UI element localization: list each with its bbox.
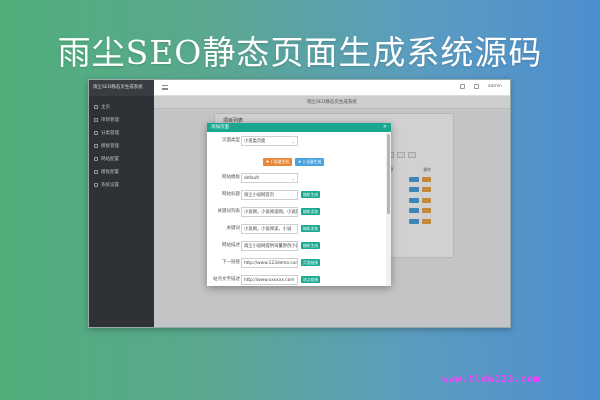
watermark-text: www.tldw123.com (442, 374, 540, 385)
site-text-input[interactable]: http://www.xxxxxx.com (241, 275, 298, 285)
random-generate-button[interactable]: 随机生成 (301, 242, 321, 249)
cog-icon (94, 169, 98, 174)
template-select[interactable]: default ⌄ (241, 173, 298, 183)
sidebar: 雨尘SEO静态页生成系统 主页 项目管理 分类管理 模板管理 网站配置 模板配置… (89, 80, 154, 327)
site-link-button[interactable]: 站点链接 (301, 276, 321, 283)
keywords-row: 关键词 小说网，小说阅读，小说 随机添加 (207, 224, 385, 236)
keywords-input[interactable]: 小说网，小说阅读，小说 (241, 224, 298, 234)
template-row: 网站模板 default ⌄ (207, 173, 385, 185)
dialog-scrollbar[interactable] (386, 132, 391, 286)
add-page-dialog: 添加页面 × 页面类型 小说类页面 ⌄ ✚ 1.批量生成 ⊕ 2.全量生成 网站模… (207, 123, 391, 286)
gear-icon (94, 182, 98, 187)
sidebar-nav: 主页 项目管理 分类管理 模板管理 网站配置 模板配置 系统设置 (89, 100, 154, 191)
site-description-row: 网站描述 雨尘小说网提供海量原创小说 随机生成 (207, 241, 385, 253)
fullscreen-icon[interactable] (473, 84, 479, 89)
field-label: 关键词 (226, 226, 241, 231)
hamburger-icon[interactable] (162, 85, 168, 90)
random-add-button[interactable]: 随机添加 (301, 225, 321, 232)
random-add-button[interactable]: 随机添加 (301, 208, 321, 215)
field-label: 网站描述 (222, 243, 240, 248)
sidebar-item-home[interactable]: 主页 (89, 100, 154, 113)
field-label: 下一链接 (222, 260, 240, 265)
field-label: 网站模板 (222, 175, 240, 180)
next-link-input[interactable]: http://www.123demo.com (241, 258, 298, 268)
site-title-input[interactable]: 雨尘小说网首页 (241, 190, 298, 200)
field-label: 关键词列表 (217, 209, 241, 214)
refresh-icon[interactable] (459, 84, 465, 89)
full-generate-button[interactable]: ⊕ 2.全量生成 (295, 158, 325, 166)
chevron-down-icon: ⌄ (291, 176, 295, 181)
app-window: 雨尘SEO静态页生成系统 主页 项目管理 分类管理 模板管理 网站配置 模板配置… (88, 79, 511, 328)
field-label: 站点文字描述 (213, 277, 240, 282)
sidebar-item-site-config[interactable]: 网站配置 (89, 152, 154, 165)
close-icon[interactable]: × (383, 123, 387, 132)
dialog-body: 页面类型 小说类页面 ⌄ ✚ 1.批量生成 ⊕ 2.全量生成 网站模板 defau… (207, 132, 385, 286)
list-icon (94, 130, 98, 135)
topbar: admin (154, 80, 510, 96)
sidebar-item-templates[interactable]: 模板管理 (89, 139, 154, 152)
home-icon (94, 104, 98, 109)
select-value: default (244, 176, 260, 181)
user-name[interactable]: admin (488, 84, 502, 89)
field-label: 网站标题 (222, 192, 240, 197)
site-description-input[interactable]: 雨尘小说网提供海量原创小说 (241, 241, 298, 251)
topbar-actions: admin (459, 84, 502, 89)
batch-generate-button[interactable]: ✚ 1.批量生成 (263, 158, 293, 166)
app-brand: 雨尘SEO静态页生成系统 (89, 80, 154, 96)
site-title-row: 网站标题 雨尘小说网首页 随机生成 (207, 190, 385, 202)
keyword-list-input[interactable]: 小说网，小说阅读网，小说网 (241, 207, 298, 217)
field-label: 页面类型 (222, 138, 240, 143)
page-type-row: 页面类型 小说类页面 ⌄ (207, 136, 385, 148)
random-generate-button[interactable]: 随机生成 (301, 191, 321, 198)
select-value: 小说类页面 (244, 139, 266, 144)
generate-actions: ✚ 1.批量生成 ⊕ 2.全量生成 (263, 158, 325, 166)
sidebar-item-label: 模板配置 (101, 169, 119, 175)
dialog-title: 添加页面 (211, 125, 229, 130)
sidebar-item-system-settings[interactable]: 系统设置 (89, 178, 154, 191)
sidebar-item-label: 模板管理 (101, 143, 119, 149)
sidebar-item-label: 分类管理 (101, 130, 119, 136)
globe-icon (94, 156, 98, 161)
page-link-button[interactable]: 页面链接 (301, 259, 321, 266)
keyword-list-row: 关键词列表 小说网，小说阅读网，小说网 随机添加 (207, 207, 385, 219)
sidebar-item-projects[interactable]: 项目管理 (89, 113, 154, 126)
sidebar-item-label: 项目管理 (101, 117, 119, 123)
sidebar-item-categories[interactable]: 分类管理 (89, 126, 154, 139)
site-text-row: 站点文字描述 http://www.xxxxxx.com 站点链接 (207, 275, 385, 286)
chevron-down-icon: ⌄ (291, 139, 295, 144)
sidebar-item-label: 主页 (101, 104, 110, 110)
folder-icon (94, 117, 98, 122)
dialog-header: 添加页面 × (207, 123, 391, 132)
promo-title: 雨尘SEO静态页面生成系统源码 (57, 33, 543, 72)
sidebar-item-label: 系统设置 (101, 182, 119, 188)
template-icon (94, 143, 98, 148)
sidebar-item-label: 网站配置 (101, 156, 119, 162)
scrollbar-thumb[interactable] (387, 134, 390, 214)
sidebar-item-template-config[interactable]: 模板配置 (89, 165, 154, 178)
page-type-select[interactable]: 小说类页面 ⌄ (241, 136, 298, 146)
next-link-row: 下一链接 http://www.123demo.com 页面链接 (207, 258, 385, 270)
